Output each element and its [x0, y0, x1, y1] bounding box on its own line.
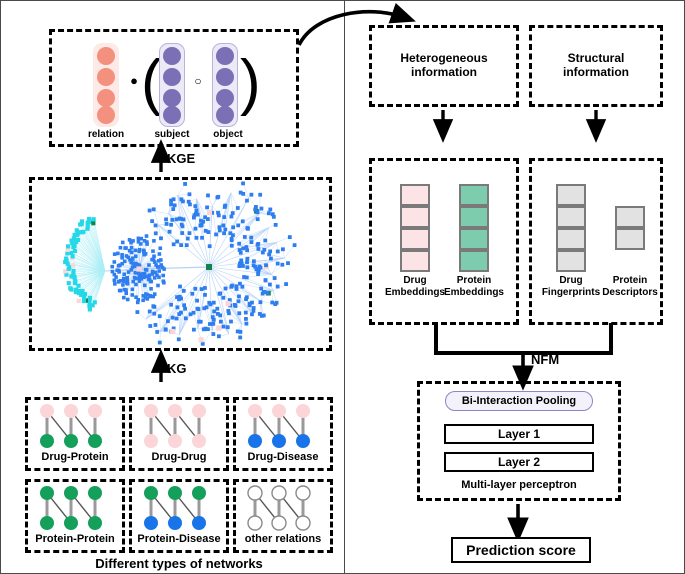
heterogeneous-features-block [369, 158, 519, 325]
network-label-drug-drug: Drug-Drug [151, 451, 207, 463]
drug-embedding-cell [400, 228, 430, 250]
network-label-protein-protein: Protein-Protein [35, 533, 115, 545]
figure-canvas: relation ● ( subject ○ object ) KGE KG D… [0, 0, 685, 574]
prediction-score-box[interactable]: Prediction score [451, 537, 591, 563]
protein-embeddings-line1: Protein [456, 275, 492, 286]
drug-embeddings-line1: Drug [403, 275, 427, 286]
protein-embedding-cell [459, 184, 489, 206]
network-label-drug-disease: Drug-Disease [247, 451, 319, 463]
nfm-arrow-label: NFM [531, 352, 560, 367]
protein-embedding-cell [459, 250, 489, 272]
heterogeneous-information-line1: Heterogeneous [400, 51, 488, 65]
networks-caption: Different types of networks [95, 556, 263, 571]
feature-merge-bracket [434, 323, 613, 391]
network-label-drug-protein: Drug-Protein [41, 451, 109, 463]
network-label-protein-disease: Protein-Disease [137, 533, 221, 545]
drug-embedding-cell [400, 206, 430, 228]
structural-information-line1: Structural [567, 51, 625, 65]
protein-descriptor-cell [615, 206, 645, 228]
structural-down-arrow [585, 110, 607, 143]
protein-descriptors-line1: Protein [612, 275, 648, 286]
protein-embedding-cell [459, 228, 489, 250]
drug-fingerprints-line1: Drug [559, 275, 583, 286]
drug-fingerprint-cell [556, 206, 586, 228]
bi-interaction-pooling[interactable]: Bi-Interaction Pooling [445, 391, 593, 411]
drug-fingerprint-cell [556, 228, 586, 250]
mlp-layer-2[interactable]: Layer 2 [444, 452, 594, 472]
protein-descriptors-line2: Descriptors [602, 287, 658, 298]
drug-fingerprint-cell [556, 250, 586, 272]
structural-information-line2: information [563, 65, 629, 79]
drug-embedding-cell [400, 250, 430, 272]
protein-descriptor-cell [615, 228, 645, 250]
prediction-arrow [507, 504, 529, 543]
mlp-layer-1[interactable]: Layer 1 [444, 424, 594, 444]
drug-fingerprint-cell [556, 184, 586, 206]
network-label-other-relations: other relations [244, 533, 322, 545]
drug-embedding-cell [400, 184, 430, 206]
heterogeneous-information-line2: information [411, 65, 477, 79]
heterogeneous-down-arrow [432, 110, 454, 143]
protein-embeddings-line2: Embeddings [443, 287, 504, 298]
protein-embedding-cell [459, 206, 489, 228]
mlp-caption: Multi-layer perceptron [461, 479, 577, 491]
